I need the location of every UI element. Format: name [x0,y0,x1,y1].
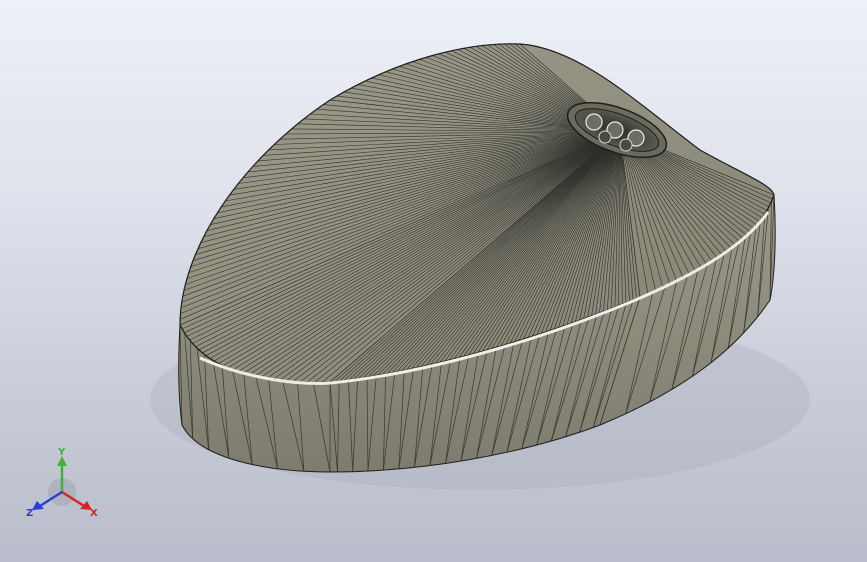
x-axis-label: X [90,508,98,519]
z-axis-label: Z [26,508,33,519]
3d-model[interactable] [0,0,867,562]
graphics-viewport[interactable]: Y X Z [0,0,867,562]
y-axis-label: Y [57,447,66,458]
reference-triad[interactable]: Y X Z [22,446,112,526]
